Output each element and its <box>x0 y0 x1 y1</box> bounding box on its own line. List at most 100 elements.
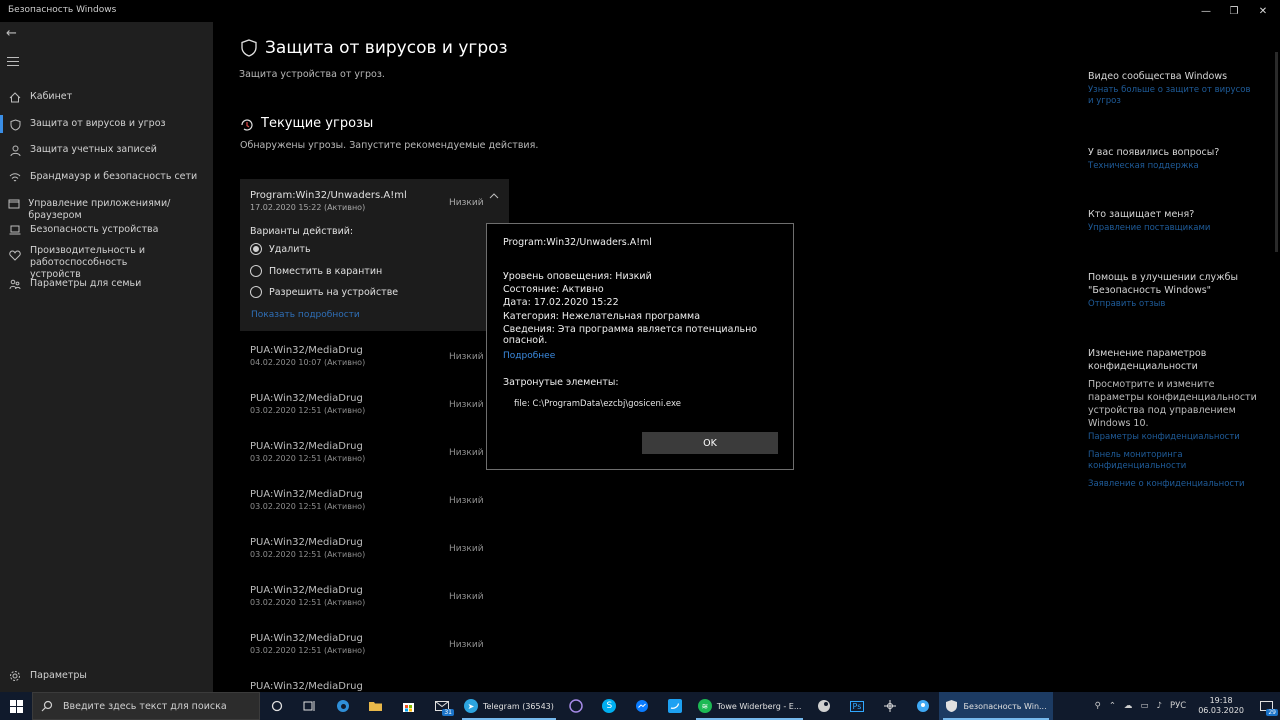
taskbar-app-spotify[interactable]: ≋ Towe Widerberg - E... <box>692 692 808 720</box>
windows-start-icon[interactable] <box>0 692 32 720</box>
close-button[interactable]: ✕ <box>1246 0 1280 22</box>
sidebar-item-settings[interactable]: Параметры <box>0 669 87 682</box>
notification-center-icon[interactable]: 29 <box>1252 692 1280 720</box>
support-link[interactable]: Техническая поддержка <box>1088 161 1258 172</box>
radio-label: Разрешить на устройстве <box>269 286 399 298</box>
sidebar-item-device-performance[interactable]: Производительность и работоспособность у… <box>0 245 213 281</box>
show-details-link[interactable]: Показать подробности <box>251 310 360 320</box>
community-videos-section: Видео сообщества Windows Узнать больше о… <box>1088 70 1258 107</box>
search-icon <box>41 700 53 712</box>
heart-icon <box>0 245 30 261</box>
page-title: Защита от вирусов и угроз <box>265 38 508 58</box>
threat-row[interactable]: PUA:Win32/MediaDrug 04.02.2020 10:07 (Ак… <box>250 345 509 385</box>
sidebar-item-app-browser[interactable]: Управление приложениями/браузером <box>0 198 213 222</box>
notification-badge: 29 <box>1266 709 1278 716</box>
manage-providers-link[interactable]: Управление поставщиками <box>1088 223 1258 234</box>
community-link[interactable]: Узнать больше о защите от вирусов и угро… <box>1088 85 1258 107</box>
store-icon[interactable] <box>392 692 425 720</box>
edge-icon[interactable] <box>326 692 359 720</box>
map-pin-icon[interactable] <box>906 692 939 720</box>
threat-row[interactable]: PUA:Win32/MediaDrug 03.02.2020 12:51 (Ак… <box>250 537 509 577</box>
radio-label: Поместить в карантин <box>269 265 383 277</box>
network-icon[interactable]: ▭ <box>1136 701 1152 711</box>
skype-icon[interactable]: S <box>593 692 626 720</box>
cortana-icon[interactable] <box>260 692 293 720</box>
home-icon <box>0 91 30 103</box>
privacy-dashboard-link[interactable]: Панель мониторинга конфиденциальности <box>1088 450 1258 472</box>
taskbar-app-telegram[interactable]: ➤ Telegram (36543) <box>458 692 560 720</box>
threat-header[interactable]: Program:Win32/Unwaders.A!ml 17.02.2020 1… <box>250 190 407 212</box>
shield-icon <box>0 118 30 131</box>
file-explorer-icon[interactable] <box>359 692 392 720</box>
clock-time: 19:18 <box>1209 696 1233 705</box>
radio-button[interactable] <box>250 286 262 298</box>
feedback-link[interactable]: Отправить отзыв <box>1088 299 1258 310</box>
chevron-up-icon[interactable]: ⌃ <box>1105 701 1120 711</box>
window-icon <box>0 198 28 209</box>
radio-button[interactable] <box>250 243 262 255</box>
threat-row[interactable]: PUA:Win32/MediaDrug <box>250 681 509 692</box>
sidebar-item-account-protection[interactable]: Защита учетных записей <box>0 144 213 157</box>
task-view-icon[interactable] <box>293 692 326 720</box>
radio-remove[interactable]: Удалить <box>250 243 311 255</box>
threat-row[interactable]: PUA:Win32/MediaDrug 03.02.2020 12:51 (Ак… <box>250 633 509 673</box>
sidebar-item-home[interactable]: Кабинет <box>0 91 213 103</box>
threat-card-expanded[interactable]: Program:Win32/Unwaders.A!ml 17.02.2020 1… <box>240 179 509 331</box>
threat-category: Категория: Нежелательная программа <box>503 311 701 322</box>
threat-row[interactable]: PUA:Win32/MediaDrug 03.02.2020 12:51 (Ак… <box>250 441 509 481</box>
affected-file-path: file: C:\ProgramData\ezcbj\gosiceni.exe <box>514 399 681 409</box>
photoshop-icon[interactable]: Ps <box>840 692 873 720</box>
privacy-settings-link[interactable]: Параметры конфиденциальности <box>1088 432 1258 443</box>
privacy-statement-link[interactable]: Заявление о конфиденциальности <box>1088 479 1258 490</box>
more-info-link[interactable]: Подробнее <box>503 351 555 361</box>
threat-severity: Низкий <box>449 198 484 208</box>
chevron-up-icon[interactable] <box>489 191 499 201</box>
vertical-scrollbar[interactable] <box>1275 52 1278 252</box>
mail-icon[interactable]: 31 <box>425 692 458 720</box>
network-tool-icon[interactable] <box>873 692 906 720</box>
radio-quarantine[interactable]: Поместить в карантин <box>250 265 382 277</box>
steam-icon[interactable] <box>807 692 840 720</box>
person-icon <box>0 144 30 157</box>
radio-button[interactable] <box>250 265 262 277</box>
alert-level: Уровень оповещения: Низкий <box>503 271 652 282</box>
threat-severity: Низкий <box>449 400 484 410</box>
threat-row[interactable]: PUA:Win32/MediaDrug 03.02.2020 12:51 (Ак… <box>250 585 509 625</box>
sidebar-item-label: Безопасность устройства <box>30 224 159 235</box>
threat-severity: Низкий <box>449 544 484 554</box>
affected-items-label: Затронутые элементы: <box>503 377 619 388</box>
sidebar-item-label: Производительность и работоспособность у… <box>30 245 145 280</box>
people-icon[interactable]: ⚲ <box>1091 701 1105 711</box>
taskbar-app-windows-security[interactable]: Безопасность Win... <box>939 692 1053 720</box>
improve-title: Помощь в улучшении службы "Безопасность … <box>1088 272 1239 296</box>
onedrive-icon[interactable]: ☁ <box>1120 701 1137 711</box>
family-icon <box>0 278 30 290</box>
hamburger-menu-icon[interactable] <box>7 57 19 69</box>
threat-row[interactable]: PUA:Win32/MediaDrug 03.02.2020 12:51 (Ак… <box>250 393 509 433</box>
privacy-section: Изменение параметров конфиденциальности … <box>1088 347 1258 490</box>
sidebar-item-label: Параметры для семьи <box>30 278 142 289</box>
twitter-icon[interactable] <box>659 692 692 720</box>
radio-allow[interactable]: Разрешить на устройстве <box>250 286 398 298</box>
sidebar-item-virus-protection[interactable]: Защита от вирусов и угроз <box>0 115 213 133</box>
spotify-icon: ≋ <box>697 699 712 713</box>
sidebar-item-firewall[interactable]: Брандмауэр и безопасность сети <box>0 171 213 183</box>
gear-icon <box>0 669 30 682</box>
clock[interactable]: 19:18 06.03.2020 <box>1190 696 1252 716</box>
window-title: Безопасность Windows <box>8 5 117 15</box>
back-arrow-icon[interactable]: ← <box>6 26 17 41</box>
messenger-icon[interactable] <box>626 692 659 720</box>
ok-button[interactable]: OK <box>642 432 778 454</box>
sidebar-item-family[interactable]: Параметры для семьи <box>0 278 213 290</box>
sidebar-item-label: Защита учетных записей <box>30 144 157 155</box>
threat-row[interactable]: PUA:Win32/MediaDrug 03.02.2020 12:51 (Ак… <box>250 489 509 529</box>
volume-icon[interactable]: ♪ <box>1153 701 1166 711</box>
photoshop-glyph: Ps <box>849 700 865 712</box>
language-indicator[interactable]: РУС <box>1166 701 1190 711</box>
viber-icon[interactable] <box>560 692 593 720</box>
taskbar-search-box[interactable]: Введите здесь текст для поиска <box>32 692 260 720</box>
sidebar-item-device-security[interactable]: Безопасность устройства <box>0 224 213 236</box>
who-protects-title: Кто защищает меня? <box>1088 209 1195 220</box>
history-alert-icon <box>240 117 254 136</box>
questions-title: У вас появились вопросы? <box>1088 147 1220 158</box>
